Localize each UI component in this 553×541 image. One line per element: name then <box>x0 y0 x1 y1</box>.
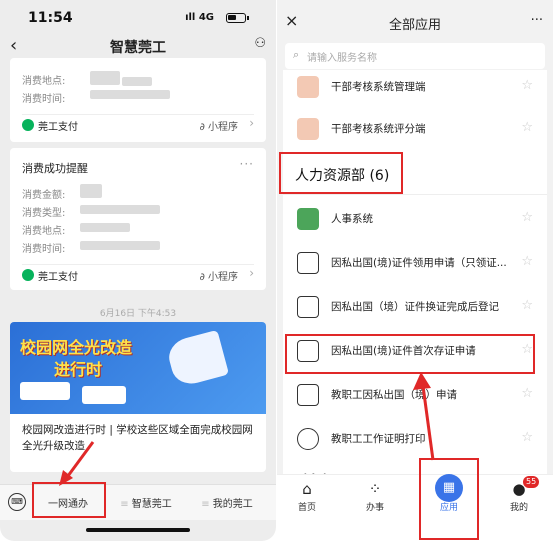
banner-bubble <box>82 386 126 404</box>
star-icon[interactable]: ☆ <box>521 254 533 269</box>
list-item[interactable]: 因私出国(境)证件首次存证申请 ☆ <box>283 330 547 372</box>
chevron-right-icon: › <box>249 116 254 130</box>
star-icon[interactable]: ☆ <box>521 120 533 135</box>
keyboard-icon[interactable]: ⌨ <box>8 493 26 511</box>
app-icon <box>297 384 319 406</box>
app-name: 因私出国（境）证件换证完成后登记 <box>331 301 499 313</box>
app-name: 因私出国(境)证件领用申请（只领证... <box>331 257 507 269</box>
arrow-annotation <box>409 370 449 462</box>
field-label: 消费时间: <box>22 94 66 105</box>
card-footer[interactable]: 莞工支付 ∂ 小程序 › <box>22 114 254 134</box>
apps-icon[interactable]: ▦ <box>435 474 463 502</box>
menu-item-zhihui[interactable]: ≡ 智慧莞工 <box>116 495 176 510</box>
star-icon[interactable]: ☆ <box>521 386 533 401</box>
home-icon[interactable]: ⌂ <box>287 480 327 498</box>
pay-label: 莞工支付 <box>38 272 78 283</box>
pay-icon <box>22 269 34 281</box>
redacted-value <box>80 184 102 198</box>
app-icon <box>297 252 319 274</box>
banner-line1: 校园网全光改造 <box>20 338 133 357</box>
nav-bar: × 全部应用 ··· <box>277 8 553 38</box>
redacted-value <box>80 205 160 214</box>
list-item[interactable]: 干部考核系统评分端 ☆ <box>283 108 547 150</box>
redacted-value <box>122 77 152 86</box>
megaphone-icon <box>164 329 230 389</box>
page-title: 全部应用 <box>388 18 441 33</box>
page-title: 智慧莞工 <box>110 40 166 56</box>
list-item[interactable]: 因私出国（境）证件换证完成后登记 ☆ <box>283 286 547 328</box>
pay-label: 莞工支付 <box>38 122 78 133</box>
section-title-hr: 人力资源部 (6) <box>295 168 390 184</box>
star-icon[interactable]: ☆ <box>521 430 533 445</box>
field-label: 消费时间: <box>22 244 66 255</box>
field-label: 消费地点: <box>22 76 66 87</box>
message-timestamp: 6月16日 下午4:53 <box>99 309 177 319</box>
star-icon[interactable]: ☆ <box>521 210 533 225</box>
user-icon[interactable]: ⚇ <box>254 36 266 51</box>
card-footer[interactable]: 莞工支付 ∂ 小程序 › <box>22 264 254 284</box>
card-title: 消费成功提醒 <box>22 162 88 175</box>
chevron-right-icon: › <box>249 266 254 280</box>
search-icon: ⌕ <box>293 48 300 61</box>
app-icon <box>297 340 319 362</box>
bottom-menu: ⌨ 一网通办 ≡ 智慧莞工 ≡ 我的莞工 <box>0 484 276 520</box>
right-screen: × 全部应用 ··· ⌕ 请输入服务名称 干部考核系统管理端 ☆ 干部考核系统评… <box>277 0 553 541</box>
app-name: 因私出国(境)证件首次存证申请 <box>331 345 476 357</box>
redacted-value <box>90 71 120 85</box>
star-icon[interactable]: ☆ <box>521 78 533 93</box>
arrow-annotation <box>57 440 97 486</box>
status-time: 11:54 <box>28 10 73 26</box>
left-screen: 11:54 ıll 4G ‹ 智慧莞工 ⚇ 消费地点: 消费时间: 莞工支付 ∂… <box>0 0 276 541</box>
app-icon <box>297 296 319 318</box>
battery-icon <box>226 13 249 23</box>
field-label: 消费地点: <box>22 226 66 237</box>
redacted-value <box>80 241 160 250</box>
star-icon[interactable]: ☆ <box>521 342 533 357</box>
tab-services[interactable]: 办事 <box>355 500 395 513</box>
article-card[interactable]: 校园网全光改造 进行时 校园网改造进行时 | 学校这些区域全面完成校园网全光升级… <box>10 322 266 472</box>
menu-item-yiwangtongban[interactable]: 一网通办 <box>38 495 98 510</box>
article-banner: 校园网全光改造 进行时 <box>10 322 266 414</box>
app-name: 干部考核系统评分端 <box>331 123 426 135</box>
field-label: 消费金额: <box>22 190 66 201</box>
message-card: 消费地点: 消费时间: 莞工支付 ∂ 小程序 › <box>10 58 266 142</box>
list-item[interactable]: 干部考核系统管理端 ☆ <box>283 66 547 108</box>
app-name: 人事系统 <box>331 213 373 225</box>
home-indicator <box>86 528 190 532</box>
app-icon <box>297 428 319 450</box>
tab-home[interactable]: 首页 <box>287 500 327 513</box>
list-item[interactable]: 人事系统 ☆ <box>283 198 547 240</box>
menu-item-mine[interactable]: ≡ 我的莞工 <box>192 495 262 510</box>
nav-bar: ‹ 智慧莞工 ⚇ <box>0 33 276 59</box>
message-card: 消费成功提醒 ··· 消费金额: 消费类型: 消费地点: 消费时间: 莞工支付 … <box>10 148 266 290</box>
pay-icon <box>22 119 34 131</box>
notification-badge: 55 <box>523 476 540 488</box>
more-icon[interactable]: ··· <box>240 157 254 171</box>
app-name: 干部考核系统管理端 <box>331 81 426 93</box>
tab-mine[interactable]: 我的 <box>499 500 539 513</box>
mini-program-link[interactable]: ∂ 小程序 <box>200 118 238 133</box>
app-icon <box>297 208 319 230</box>
list-item[interactable]: 因私出国(境)证件领用申请（只领证... ☆ <box>283 242 547 284</box>
app-icon <box>297 118 319 140</box>
field-label: 消费类型: <box>22 208 66 219</box>
banner-bubble <box>20 382 70 400</box>
search-input[interactable]: 请输入服务名称 <box>307 49 377 64</box>
redacted-value <box>80 223 130 232</box>
star-icon[interactable]: ☆ <box>521 298 533 313</box>
tab-apps[interactable]: 应用 <box>429 500 469 513</box>
signal-indicator: ıll 4G <box>185 12 214 23</box>
app-icon <box>297 76 319 98</box>
mini-program-link[interactable]: ∂ 小程序 <box>200 268 238 283</box>
grid-icon[interactable]: ⁘ <box>355 480 395 498</box>
redacted-value <box>90 90 170 99</box>
more-icon[interactable]: ··· <box>531 13 543 28</box>
banner-line2: 进行时 <box>54 360 103 379</box>
